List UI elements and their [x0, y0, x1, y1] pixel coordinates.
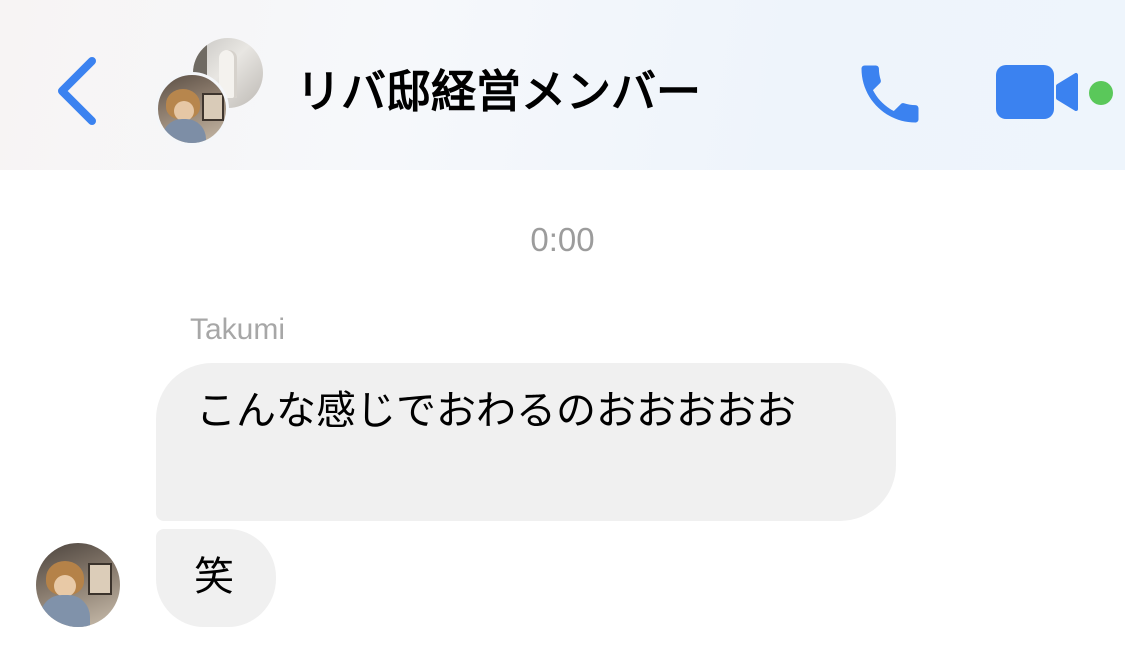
group-avatar[interactable]	[155, 38, 267, 148]
chevron-left-icon	[58, 57, 96, 125]
member-avatar-front	[155, 72, 229, 146]
message-bubble[interactable]: こんな感じでおわるのおおおおお	[156, 363, 896, 521]
back-button[interactable]	[50, 55, 106, 127]
video-call-button[interactable]	[994, 62, 1080, 122]
chat-header: リバ邸経営メンバー	[0, 0, 1125, 170]
voice-call-button[interactable]	[852, 56, 928, 132]
chat-screen: リバ邸経営メンバー 0:00 Takumi こんな感じでおわるのおおおおお 笑	[0, 0, 1125, 655]
message-bubble[interactable]: 笑	[156, 529, 276, 627]
message-timestamp: 0:00	[530, 221, 595, 258]
sender-name: Takumi	[190, 313, 286, 346]
sender-avatar[interactable]	[36, 543, 120, 627]
online-status-dot	[1089, 81, 1113, 105]
phone-icon	[861, 65, 919, 123]
video-camera-icon	[996, 65, 1078, 119]
chat-title[interactable]: リバ邸経営メンバー	[296, 62, 701, 122]
